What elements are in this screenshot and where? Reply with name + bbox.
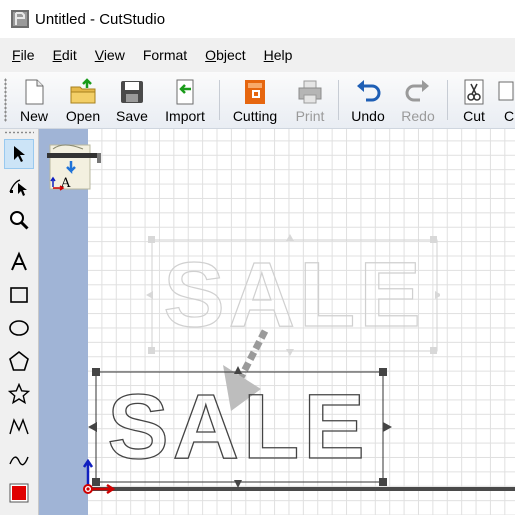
ellipse-icon: [9, 320, 29, 336]
toolbar-separator: [338, 80, 339, 120]
selected-sale-text: SALE: [107, 376, 368, 478]
toolbar-separator: [447, 80, 448, 120]
toolbar-grip[interactable]: [4, 78, 7, 122]
main-toolbar: New Open Save Import Cutting Print Undo …: [0, 72, 515, 129]
open-folder-icon: [70, 78, 96, 104]
tool-palette-grip[interactable]: [4, 131, 34, 134]
menu-bar: File Edit View Format Object Help: [0, 38, 515, 72]
node-edit-tool[interactable]: [4, 172, 34, 202]
menu-help-mnemonic: H: [263, 47, 274, 63]
menu-object[interactable]: Object: [199, 47, 251, 63]
zoom-tool[interactable]: [4, 205, 34, 235]
curve-tool[interactable]: [4, 445, 34, 475]
menu-help-label: elp: [273, 47, 293, 63]
open-button-label: Open: [65, 108, 101, 124]
cut-button[interactable]: Cut: [456, 74, 492, 126]
select-arrow-icon: [14, 146, 25, 162]
new-button[interactable]: New: [14, 74, 54, 126]
menu-view-mnemonic: V: [94, 47, 104, 63]
curve-icon: [9, 456, 29, 466]
print-button-label: Print: [295, 108, 325, 124]
text-a-icon: [11, 251, 27, 271]
menu-format-label: Format: [142, 47, 188, 63]
cutting-button-label: Cutting: [232, 108, 278, 124]
menu-edit[interactable]: Edit: [47, 47, 83, 63]
title-bar: Untitled - CutStudio: [0, 0, 515, 38]
polyline-tool[interactable]: [4, 412, 34, 442]
copy-button-label: C: [504, 108, 515, 124]
select-tool[interactable]: [4, 139, 34, 169]
new-document-icon: [25, 79, 44, 105]
menu-object-label: bject: [216, 47, 246, 63]
redo-arrow-icon: [405, 80, 429, 102]
polyline-icon: [9, 418, 29, 435]
magnifier-icon: [10, 211, 29, 230]
window-title: Untitled - CutStudio: [35, 10, 166, 28]
selected-text-object[interactable]: SALE: [86, 366, 396, 490]
rectangle-tool[interactable]: [4, 280, 34, 310]
import-button[interactable]: Import: [160, 74, 210, 126]
menu-format[interactable]: Format: [137, 47, 193, 63]
text-tool[interactable]: [4, 247, 34, 277]
pentagon-icon: [9, 350, 29, 371]
copy-icon: [498, 81, 514, 101]
open-button[interactable]: Open: [62, 74, 104, 126]
ghost-sale-text: SALE: [163, 244, 424, 346]
redo-button[interactable]: Redo: [396, 74, 440, 126]
import-button-label: Import: [165, 108, 205, 124]
color-swatch-tool[interactable]: [4, 478, 34, 508]
toolbar-separator: [219, 80, 220, 120]
polygon-tool[interactable]: [4, 346, 34, 376]
origin-axes-icon: [82, 459, 116, 495]
menu-file-label: ile: [20, 47, 35, 63]
save-button[interactable]: Save: [112, 74, 152, 126]
menu-help[interactable]: Help: [258, 47, 299, 63]
menu-file[interactable]: File: [6, 47, 41, 63]
menu-object-mnemonic: O: [205, 47, 217, 63]
menu-file-mnemonic: F: [12, 47, 21, 63]
media-origin-indicator[interactable]: A: [47, 141, 105, 193]
menu-edit-label: dit: [61, 47, 77, 63]
canvas-area[interactable]: A SALE SALE: [39, 129, 515, 515]
color-swatch-icon: [9, 483, 29, 503]
star-tool[interactable]: [4, 379, 34, 409]
redo-button-label: Redo: [401, 108, 435, 124]
print-button[interactable]: Print: [290, 74, 330, 126]
menu-edit-mnemonic: E: [52, 47, 62, 63]
cutting-machine-icon: [245, 80, 265, 104]
save-button-label: Save: [116, 108, 148, 124]
menu-view[interactable]: View: [89, 47, 131, 63]
undo-button-label: Undo: [351, 108, 385, 124]
rectangle-icon: [10, 287, 28, 303]
printer-icon: [298, 80, 322, 104]
save-disk-icon: [121, 81, 143, 103]
menu-view-label: iew: [103, 47, 125, 63]
star-icon: [8, 383, 30, 405]
node-edit-icon: [9, 179, 27, 196]
import-icon: [176, 79, 194, 105]
cut-button-label: Cut: [463, 108, 485, 124]
scissors-icon: [464, 79, 484, 105]
ghost-text-object: SALE: [146, 234, 440, 356]
tool-palette: [0, 129, 39, 515]
cutstudio-app-icon: [11, 10, 29, 28]
undo-button[interactable]: Undo: [346, 74, 390, 126]
new-button-label: New: [19, 108, 48, 124]
cutting-button[interactable]: Cutting: [228, 74, 282, 126]
copy-button[interactable]: C: [498, 74, 515, 126]
ellipse-tool[interactable]: [4, 313, 34, 343]
undo-arrow-icon: [357, 80, 381, 102]
